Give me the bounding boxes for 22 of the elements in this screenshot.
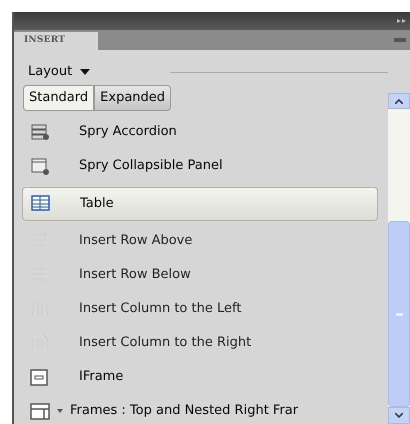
panel-tab[interactable]: INSERT xyxy=(14,32,98,50)
table-icon xyxy=(31,194,51,213)
scroll-down-button[interactable] xyxy=(388,407,410,424)
caret-icon[interactable] xyxy=(57,409,63,413)
scrollbar[interactable] xyxy=(388,93,410,424)
insert-item[interactable]: Table xyxy=(22,186,378,220)
scroll-thumb[interactable] xyxy=(388,221,410,407)
insert-item[interactable]: Frames : Top and Nested Right Frar xyxy=(22,394,378,424)
insert-item[interactable]: Spry Collapsible Panel xyxy=(22,149,378,183)
grip-icon xyxy=(396,312,402,316)
frames-icon xyxy=(30,402,50,420)
insert-item[interactable]: Spry Accordion xyxy=(22,115,378,149)
collapsible-panel-icon xyxy=(30,156,50,176)
collapse-icon[interactable] xyxy=(397,19,406,23)
insert-item[interactable]: IFrame xyxy=(22,360,378,394)
mode-button[interactable]: Expanded xyxy=(94,85,172,111)
accordion-icon xyxy=(30,122,50,142)
category-dropdown[interactable]: Layout xyxy=(28,62,90,82)
scroll-up-button[interactable] xyxy=(388,93,410,109)
frame-icon xyxy=(30,368,50,386)
mode-button[interactable]: Standard xyxy=(23,85,94,111)
caret-icon xyxy=(80,69,90,75)
